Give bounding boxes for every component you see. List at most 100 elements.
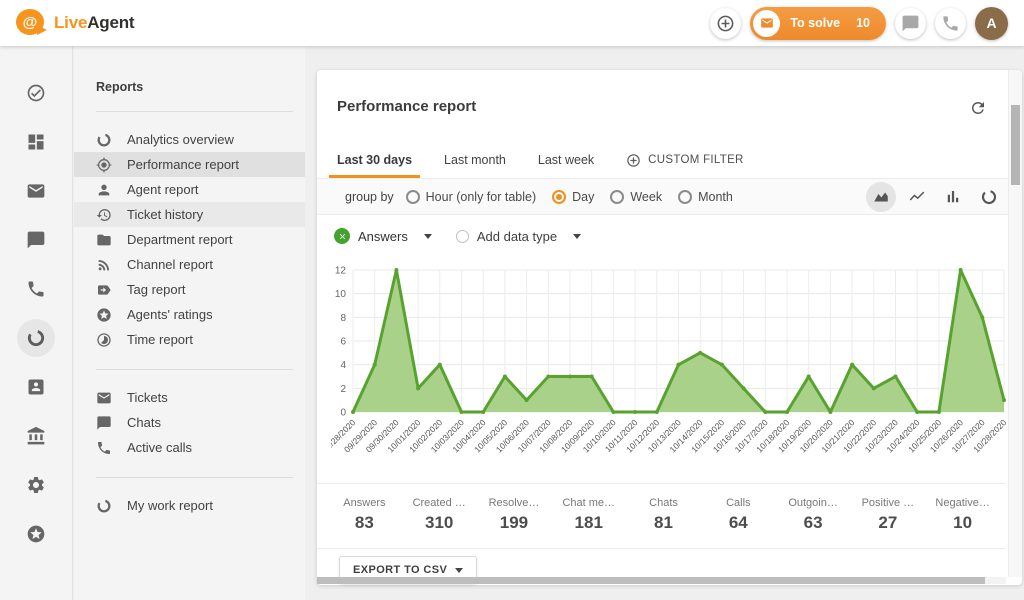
svg-text:8: 8: [340, 313, 346, 324]
rail-item-tasks[interactable]: [0, 68, 73, 117]
rail-item-calls[interactable]: [0, 264, 73, 313]
radio-week[interactable]: Week: [610, 190, 662, 204]
check-circle-icon: [26, 83, 46, 103]
to-solve-button[interactable]: To solve 10: [750, 7, 886, 40]
sidebar-item-agents-ratings[interactable]: Agents' ratings: [74, 302, 305, 327]
mail-icon: [26, 181, 46, 201]
icon-rail: [0, 46, 73, 600]
sidebar-item-tickets[interactable]: Tickets: [74, 385, 305, 410]
radio-hour[interactable]: Hour (only for table): [406, 190, 536, 204]
svg-text:10: 10: [335, 289, 347, 300]
horizontal-scrollbar-thumb[interactable]: [317, 577, 985, 584]
chats-button[interactable]: [895, 8, 926, 39]
stat-answers: Answers83: [327, 497, 402, 548]
stat-created: Created …310: [402, 497, 477, 548]
user-avatar[interactable]: A: [975, 7, 1008, 40]
group-by-label: group by: [345, 190, 394, 204]
mail-icon: [96, 390, 112, 406]
add-circle-icon: [626, 153, 641, 168]
divider: [96, 477, 293, 478]
divider: [96, 111, 293, 112]
donut-chart-icon: [980, 188, 998, 206]
sidebar-item-channel-report[interactable]: Channel report: [74, 252, 305, 277]
area-chart-icon: [872, 188, 890, 206]
selected-rail-highlight: [17, 319, 55, 357]
stat-resolved: Resolve…199: [477, 497, 552, 548]
calls-button[interactable]: [935, 8, 966, 39]
group-by-bar: group by Hour (only for table) Day Week …: [317, 178, 1022, 215]
phone-icon: [96, 440, 112, 456]
svg-text:6: 6: [340, 337, 346, 348]
rail-item-gamification[interactable]: [0, 509, 73, 558]
remove-series-icon[interactable]: [334, 228, 350, 244]
sidebar-item-performance-report[interactable]: Performance report: [74, 152, 305, 177]
refresh-button[interactable]: [964, 94, 992, 122]
sidebar-item-my-work-report[interactable]: My work report: [74, 493, 305, 518]
sidebar-item-time-report[interactable]: Time report: [74, 327, 305, 352]
topbar: @ LiveAgent To solve 10: [0, 0, 1024, 46]
tag-icon: [96, 282, 112, 298]
svg-text:0: 0: [340, 408, 346, 419]
sidebar-item-analytics-overview[interactable]: Analytics overview: [74, 127, 305, 152]
radio-circle: [610, 190, 624, 204]
rail-item-company[interactable]: [0, 411, 73, 460]
chart-type-switcher: [866, 182, 1004, 212]
person-icon: [96, 182, 112, 198]
bar-chart-button[interactable]: [938, 182, 968, 212]
chevron-down-icon: [455, 568, 463, 573]
sidebar-item-chats[interactable]: Chats: [74, 410, 305, 435]
empty-series-icon: [456, 230, 469, 243]
rail-item-chats[interactable]: [0, 215, 73, 264]
vertical-scrollbar-thumb[interactable]: [1011, 105, 1020, 185]
horizontal-scrollbar[interactable]: [317, 577, 1006, 584]
donut-chart-button[interactable]: [974, 182, 1004, 212]
stat-chat-messages: Chat me…181: [551, 497, 626, 548]
time-range-tabs: Last 30 days Last month Last week CUSTOM…: [321, 142, 1002, 178]
logo-bubble-icon: @: [16, 9, 46, 37]
sidebar-item-ticket-history[interactable]: Ticket history: [74, 202, 305, 227]
stat-chats: Chats81: [626, 497, 701, 548]
logo-at: @: [23, 14, 38, 31]
add-button[interactable]: [710, 8, 741, 39]
reports-donut-icon: [26, 328, 46, 348]
tab-last-30-days[interactable]: Last 30 days: [321, 142, 428, 178]
liveagent-app: @ LiveAgent To solve 10: [0, 0, 1024, 600]
radio-month[interactable]: Month: [678, 190, 733, 204]
sidebar-item-tag-report[interactable]: Tag report: [74, 277, 305, 302]
dashboard-icon: [26, 132, 46, 152]
rail-item-settings[interactable]: [0, 460, 73, 509]
add-data-type-dropdown[interactable]: Add data type: [456, 229, 581, 244]
answers-series-chip[interactable]: Answers: [334, 228, 432, 244]
liveagent-logo: @ LiveAgent: [16, 9, 134, 37]
tab-last-week[interactable]: Last week: [522, 142, 610, 178]
envelope-icon: [753, 10, 780, 37]
tab-last-month[interactable]: Last month: [428, 142, 522, 178]
rss-icon: [96, 257, 112, 273]
contacts-badge-icon: [26, 377, 46, 397]
rail-item-reports[interactable]: [0, 313, 73, 362]
tab-custom-filter[interactable]: CUSTOM FILTER: [610, 142, 759, 178]
stat-negative: Negative…10: [925, 497, 1000, 548]
sidebar-item-department-report[interactable]: Department report: [74, 227, 305, 252]
refresh-icon: [969, 99, 987, 117]
sidebar-item-active-calls[interactable]: Active calls: [74, 435, 305, 460]
chat-icon: [96, 415, 112, 431]
rail-item-tickets[interactable]: [0, 166, 73, 215]
svg-text:2: 2: [340, 384, 346, 395]
svg-text:4: 4: [340, 360, 346, 371]
answers-area-chart: 02468101209/28/202009/29/202009/30/20201…: [331, 256, 1007, 486]
radio-day[interactable]: Day: [552, 190, 594, 204]
brand-name: LiveAgent: [54, 13, 134, 33]
rail-item-dashboard[interactable]: [0, 117, 73, 166]
vertical-scrollbar[interactable]: [1008, 70, 1022, 577]
reports-sidebar: Reports Analytics overview Performance r…: [74, 46, 305, 600]
series-name: Answers: [358, 229, 408, 244]
svg-text:12: 12: [335, 266, 347, 277]
chat-icon: [26, 230, 46, 250]
rail-item-contacts[interactable]: [0, 362, 73, 411]
bank-icon: [26, 426, 46, 446]
line-chart-button[interactable]: [902, 182, 932, 212]
sidebar-item-agent-report[interactable]: Agent report: [74, 177, 305, 202]
area-chart-button[interactable]: [866, 182, 896, 212]
radio-circle: [406, 190, 420, 204]
